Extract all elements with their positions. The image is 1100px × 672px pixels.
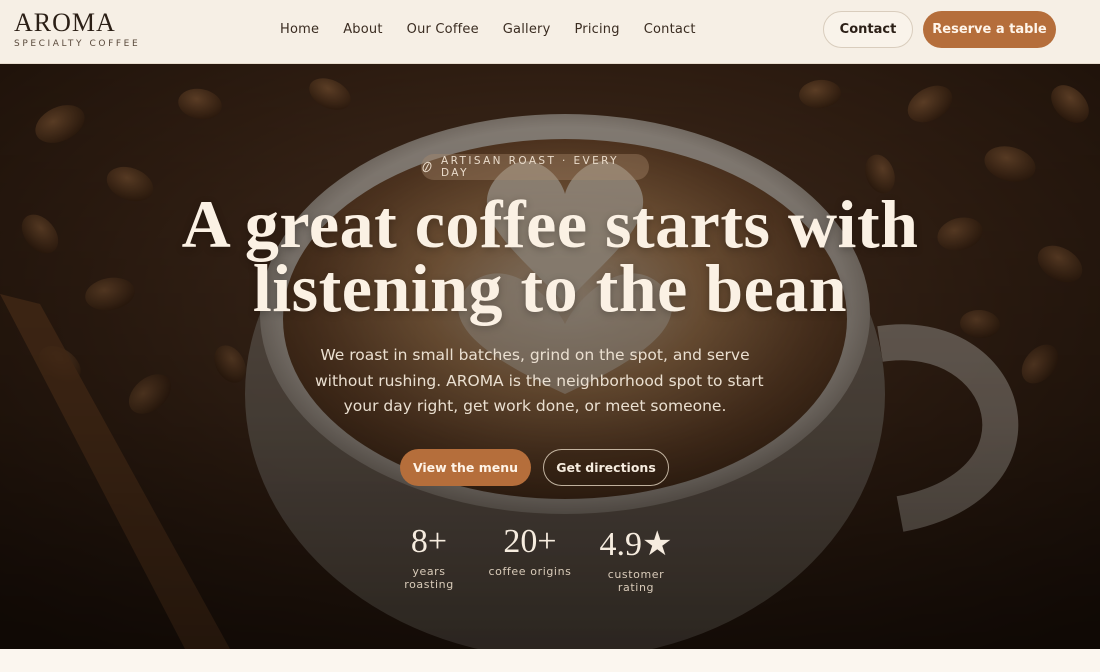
stat-value: 20+ (503, 523, 557, 560)
nav-item-gallery[interactable]: Gallery (503, 22, 551, 37)
description-line-2: without rushing. AROMA is the neighborho… (315, 371, 764, 390)
nav-item-pricing[interactable]: Pricing (574, 22, 619, 37)
view-menu-button[interactable]: View the menu (400, 449, 531, 486)
nav-item-contact[interactable]: Contact (644, 22, 696, 37)
hero-section: ARTISAN ROAST · EVERY DAY A great coffee… (0, 64, 1100, 649)
coffee-bean-icon (421, 161, 433, 173)
contact-button[interactable]: Contact (823, 11, 913, 48)
stat-customer-rating: 4.9★ customer rating (590, 526, 682, 595)
brand-tagline: SPECIALTY COFFEE (14, 39, 141, 49)
stat-label: years roasting (404, 565, 454, 591)
eyebrow-text: ARTISAN ROAST · EVERY DAY (441, 155, 619, 179)
next-section-edge (0, 649, 1100, 672)
stat-value: 8+ (410, 523, 448, 560)
nav-item-our-coffee[interactable]: Our Coffee (407, 22, 479, 37)
reserve-table-button[interactable]: Reserve a table (923, 11, 1056, 48)
stat-years-roasting: 8+ years roasting (386, 523, 472, 592)
hero-headline: A great coffee starts with listening to … (150, 186, 950, 326)
stat-value: 4.9★ (599, 526, 673, 563)
headline-line-2: listening to the bean (252, 250, 848, 326)
brand-logo[interactable]: AROMA SPECIALTY COFFEE (14, 8, 141, 50)
stat-label: coffee origins (488, 565, 572, 578)
site-header: AROMA SPECIALTY COFFEE Home About Our Co… (0, 0, 1100, 64)
eyebrow-pill: ARTISAN ROAST · EVERY DAY (421, 154, 649, 180)
nav-item-about[interactable]: About (343, 22, 382, 37)
hero-content: ARTISAN ROAST · EVERY DAY A great coffee… (0, 64, 1100, 649)
main-nav: Home About Our Coffee Gallery Pricing Co… (280, 22, 720, 37)
hero-description: We roast in small batches, grind on the … (315, 343, 764, 420)
description-line-1: We roast in small batches, grind on the … (320, 346, 750, 364)
get-directions-button[interactable]: Get directions (543, 449, 669, 486)
brand-name: AROMA (14, 8, 116, 37)
stat-label: customer rating (607, 568, 665, 594)
nav-item-home[interactable]: Home (280, 22, 319, 37)
description-line-3: your day right, get work done, or meet s… (343, 397, 727, 415)
headline-line-1: A great coffee starts with (181, 186, 919, 262)
stat-coffee-origins: 20+ coffee origins (488, 523, 572, 579)
